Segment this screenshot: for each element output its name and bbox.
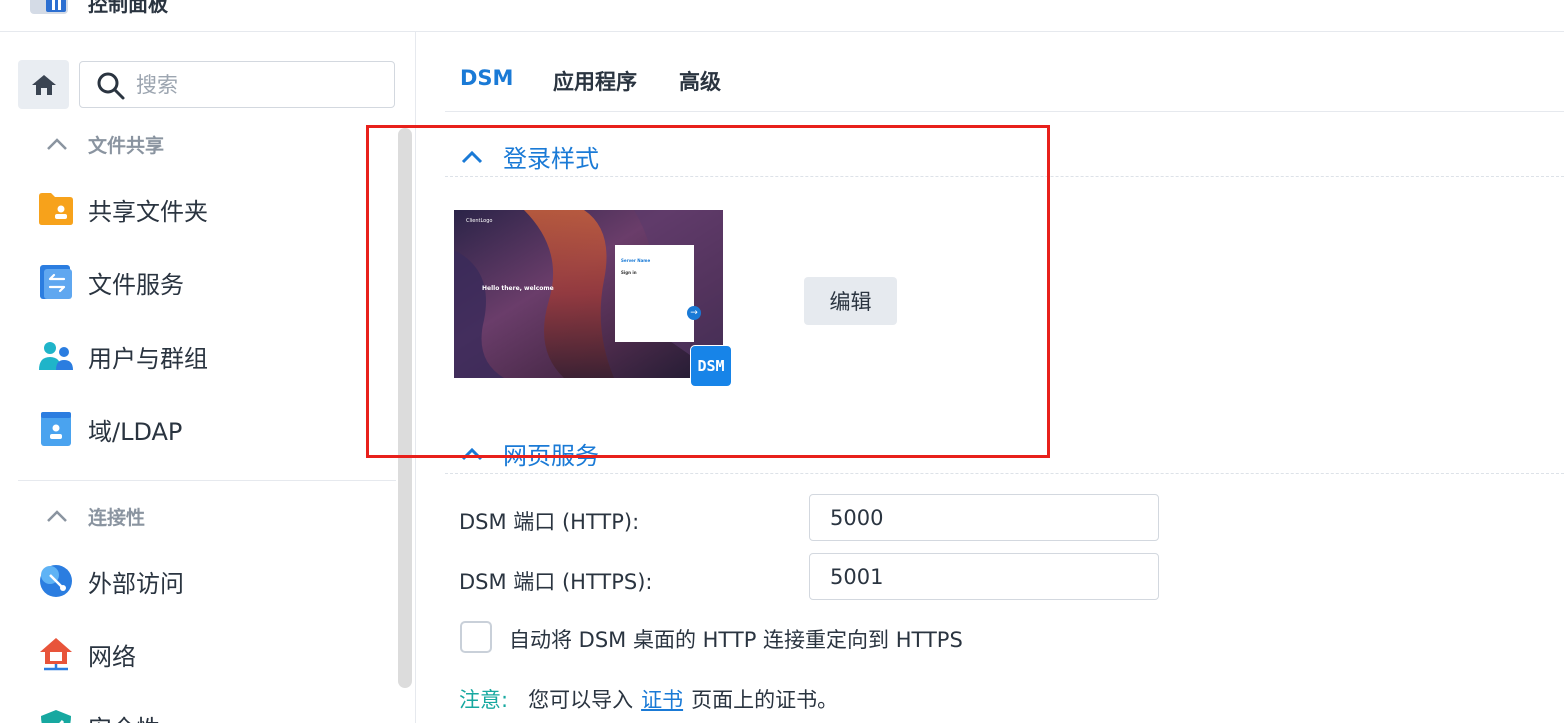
redirect-https-label: 自动将 DSM 桌面的 HTTP 连接重定向到 HTTPS: [509, 628, 963, 652]
edit-button[interactable]: 编辑: [804, 277, 897, 325]
redirect-https-checkbox[interactable]: [460, 621, 492, 653]
domain-ldap-icon: [38, 411, 74, 447]
network-icon: [38, 636, 74, 672]
section-header-web-services[interactable]: 网页服务: [445, 434, 1564, 474]
sidebar-item-label: 文件服务: [88, 270, 184, 299]
tab-applications[interactable]: 应用程序: [553, 66, 637, 96]
sidebar-item-label: 安全性: [88, 709, 160, 723]
preview-server-name: Server Name: [621, 258, 651, 263]
sidebar-item-network[interactable]: 网络: [38, 632, 388, 676]
shield-icon: [38, 708, 74, 723]
home-button[interactable]: [18, 60, 69, 109]
group-label: 文件共享: [88, 134, 165, 157]
note-prefix: 您可以导入: [528, 688, 634, 712]
note-suffix: 页面上的证书。: [691, 688, 839, 712]
section-title: 登录样式: [503, 145, 599, 173]
preview-welcome-text: Hello there, welcome: [482, 285, 554, 292]
external-access-icon: [38, 563, 74, 599]
tab-bar: DSM 应用程序 高级: [445, 32, 1564, 112]
group-header-file-sharing[interactable]: 文件共享: [46, 129, 164, 159]
users-groups-icon: [38, 338, 74, 374]
section-title: 网页服务: [503, 442, 599, 470]
sidebar-item-security[interactable]: 安全性: [38, 704, 388, 723]
title-bar: 控制面板: [0, 0, 1564, 32]
tab-dsm[interactable]: DSM: [460, 66, 513, 90]
search-field[interactable]: [79, 61, 395, 108]
sidebar-item-label: 用户与群组: [88, 344, 208, 373]
preview-sign-in: Sign in: [621, 270, 637, 275]
sidebar-item-label: 网络: [88, 642, 136, 671]
group-header-connectivity[interactable]: 连接性: [46, 501, 145, 531]
https-port-label: DSM 端口 (HTTPS):: [459, 570, 653, 594]
section-header-login-style[interactable]: 登录样式: [445, 137, 1564, 177]
sidebar-item-users-groups[interactable]: 用户与群组: [38, 334, 388, 378]
sidebar-item-label: 共享文件夹: [88, 197, 208, 226]
shared-folder-icon: [38, 191, 74, 227]
search-input[interactable]: [136, 71, 376, 99]
arrow-right-icon: →: [687, 306, 701, 320]
search-icon: [97, 72, 125, 100]
sidebar-item-label: 域/LDAP: [88, 417, 183, 446]
note-label: 注意:: [459, 688, 509, 712]
login-preview-thumbnail: ClientLogo Hello there, welcome Server N…: [454, 210, 723, 378]
sidebar-item-file-services[interactable]: 文件服务: [38, 260, 388, 304]
chevron-up-icon: [47, 510, 67, 522]
sidebar-item-label: 外部访问: [88, 569, 184, 598]
preview-logo-text: ClientLogo: [466, 218, 493, 224]
file-services-icon: [38, 264, 74, 300]
chevron-up-icon: [47, 138, 67, 150]
home-icon: [31, 74, 56, 95]
group-label: 连接性: [88, 506, 146, 529]
certificate-link[interactable]: 证书: [641, 688, 683, 712]
https-port-input[interactable]: [809, 553, 1159, 600]
certificate-note: 注意: 您可以导入 证书 页面上的证书。: [459, 684, 838, 714]
dsm-badge: DSM: [690, 345, 732, 387]
http-port-label: DSM 端口 (HTTP):: [459, 510, 640, 534]
sidebar-item-domain-ldap[interactable]: 域/LDAP: [38, 407, 388, 451]
window-title: 控制面板: [88, 0, 168, 16]
http-port-input[interactable]: [809, 494, 1159, 541]
sidebar-item-external-access[interactable]: 外部访问: [38, 559, 388, 603]
preview-login-card: Server Name Sign in: [615, 245, 694, 342]
tab-advanced[interactable]: 高级: [679, 66, 721, 96]
sidebar: 文件共享 共享文件夹 文件服务 用户与群组 域/LDAP 连接性 外部访问: [0, 32, 416, 723]
sidebar-divider: [18, 480, 396, 481]
sidebar-item-shared-folder[interactable]: 共享文件夹: [38, 187, 388, 231]
chevron-up-icon: [461, 447, 483, 460]
main-panel: DSM 应用程序 高级 登录样式 ClientLogo Hello there,…: [417, 32, 1564, 723]
chevron-up-icon: [461, 150, 483, 163]
sidebar-scrollbar[interactable]: [398, 128, 412, 688]
control-panel-icon: [30, 0, 68, 14]
